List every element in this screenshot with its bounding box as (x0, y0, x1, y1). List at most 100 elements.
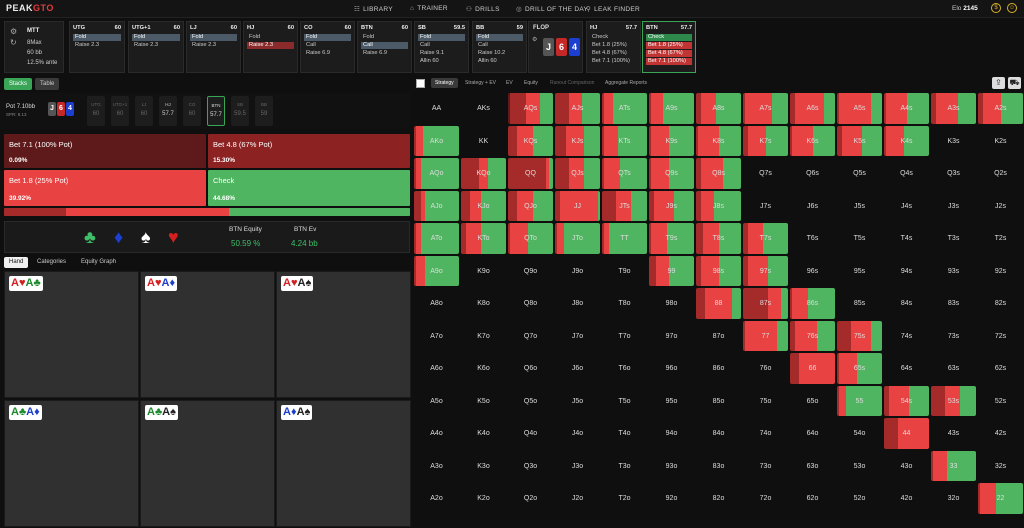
range-cell[interactable]: 85s (837, 288, 882, 319)
tab-ev[interactable]: EV (506, 80, 513, 86)
range-cell[interactable]: QQ (508, 158, 553, 189)
seat-action[interactable]: Check (590, 34, 637, 41)
range-cell[interactable]: T4o (602, 418, 647, 449)
range-cell[interactable]: J9o (555, 256, 600, 287)
range-cell[interactable]: Q9o (508, 256, 553, 287)
range-cell[interactable]: 86o (696, 353, 741, 384)
range-cell[interactable]: KTs (602, 125, 647, 157)
range-cell[interactable]: J3s (931, 191, 976, 222)
range-cell[interactable]: Q8s (696, 158, 741, 189)
postflop-seat-hj[interactable]: HJ 57.7 Check Bet 1.8 (25%) Bet 4.8 (67%) Bet… (586, 21, 641, 73)
seat-lj[interactable]: LJ 60 Fold Raise 2.3 (186, 21, 241, 73)
range-cell[interactable]: K5s (837, 125, 882, 157)
range-cell[interactable]: K5o (461, 386, 506, 417)
seat-action[interactable]: Fold (418, 34, 465, 41)
range-cell[interactable]: ATs (602, 93, 647, 124)
range-cell[interactable]: AJs (555, 93, 600, 124)
seat-action[interactable]: Check (646, 34, 692, 41)
range-cell[interactable]: 92s (978, 256, 1023, 287)
range-cell[interactable]: 86s (790, 288, 835, 319)
range-cell[interactable]: 93s (931, 256, 976, 287)
seat-action[interactable]: Bet 7.1 (100%) (590, 58, 637, 65)
range-cell[interactable]: 94s (884, 256, 929, 287)
range-cell[interactable]: 43o (884, 451, 929, 482)
range-cell[interactable]: Q2o (508, 483, 553, 514)
seat-action[interactable]: Call (361, 42, 408, 49)
range-cell[interactable]: 65s (837, 353, 882, 384)
range-cell[interactable]: A3s (931, 93, 976, 124)
range-cell[interactable]: A4s (884, 93, 929, 124)
hand-combo-cell[interactable]: A♥A♦ (140, 271, 275, 398)
range-cell[interactable]: KQo (461, 158, 506, 189)
range-cell[interactable]: Q7s (743, 158, 788, 189)
coin-icon[interactable]: $ (991, 3, 1001, 13)
range-cell[interactable]: A4o (414, 418, 459, 449)
range-cell[interactable]: Q6s (790, 158, 835, 189)
range-cell[interactable]: 54o (837, 418, 882, 449)
tab-hand[interactable]: Hand (4, 257, 29, 268)
range-cell[interactable]: QJo (508, 190, 553, 222)
range-cell[interactable]: J4s (884, 191, 929, 222)
range-cell[interactable]: A2s (978, 93, 1023, 124)
club-icon[interactable]: ♣ (84, 227, 96, 247)
tab-equity-graph[interactable]: Equity Graph (76, 257, 121, 268)
range-cell[interactable]: 32o (931, 483, 976, 514)
range-cell[interactable]: A2o (414, 483, 459, 514)
range-cell[interactable]: A7o (414, 321, 459, 352)
range-cell[interactable]: T7s (743, 223, 788, 254)
range-cell[interactable]: AKo (414, 125, 459, 157)
range-cell[interactable]: J6o (555, 353, 600, 384)
range-cell[interactable]: KK (461, 126, 506, 157)
range-cell[interactable]: 74s (884, 321, 929, 352)
range-cell[interactable]: JJ (555, 190, 600, 222)
range-cell[interactable]: K8s (696, 125, 741, 157)
range-cell[interactable]: Q7o (508, 321, 553, 352)
range-cell[interactable]: AQo (414, 158, 459, 189)
range-cell[interactable]: 87s (743, 288, 788, 319)
range-cell[interactable]: 83o (696, 451, 741, 482)
range-cell[interactable]: T8s (696, 223, 741, 254)
range-cell[interactable]: 64o (790, 418, 835, 449)
hand-combo-cell[interactable]: A♣A♦ (4, 400, 139, 527)
range-cell[interactable]: A6o (414, 353, 459, 384)
range-cell[interactable]: 82o (696, 483, 741, 514)
range-cell[interactable]: 88 (696, 288, 741, 319)
range-cell[interactable]: T7o (602, 321, 647, 352)
seat-action[interactable]: Call (476, 42, 523, 49)
range-cell[interactable]: 43s (931, 418, 976, 449)
range-cell[interactable]: Q4o (508, 418, 553, 449)
range-cell[interactable]: 44 (884, 418, 929, 449)
car-icon[interactable]: ⛟ (1008, 77, 1021, 89)
range-cell[interactable]: 94o (649, 418, 694, 449)
range-cell[interactable]: 77 (743, 320, 788, 352)
heart-icon[interactable]: ♥ (168, 227, 179, 247)
hand-combo-cell[interactable]: A♥A♠ (276, 271, 411, 398)
range-cell[interactable]: T9o (602, 256, 647, 287)
seat-utg-plus-1[interactable]: UTG+1 60 Fold Raise 2.3 (128, 21, 184, 73)
tab-stacks[interactable]: Stacks (4, 78, 33, 90)
range-cell[interactable]: 42o (884, 483, 929, 514)
range-cell[interactable]: 82s (978, 288, 1023, 319)
mini-seat[interactable]: BTN 57.7 (207, 96, 225, 126)
mini-seat[interactable]: HJ 57.7 (159, 96, 177, 126)
range-cell[interactable]: 52o (837, 483, 882, 514)
range-cell[interactable]: K6o (461, 353, 506, 384)
range-cell[interactable]: A5o (414, 386, 459, 417)
range-cell[interactable]: J5o (555, 386, 600, 417)
hand-combo-cell[interactable]: A♣A♠ (140, 400, 275, 527)
tab-aggregate-reports[interactable]: Aggregate Reports (605, 80, 647, 86)
range-cell[interactable]: K2s (978, 126, 1023, 157)
logo[interactable]: PEAKGTO (6, 3, 54, 13)
seat-action[interactable]: Allin 60 (476, 58, 523, 65)
range-cell[interactable]: 66 (790, 353, 835, 384)
seat-action[interactable]: Fold (190, 34, 237, 41)
range-cell[interactable]: TT (602, 223, 647, 254)
postflop-seat-btn[interactable]: BTN 57.7 Check Bet 1.8 (25%) Bet 4.8 (67%) Be… (642, 21, 696, 73)
range-cell[interactable]: K8o (461, 288, 506, 319)
seat-action[interactable]: Raise 2.3 (247, 42, 294, 49)
range-cell[interactable]: KQs (508, 125, 553, 157)
range-cell[interactable]: 83s (931, 288, 976, 319)
range-cell[interactable]: K9o (461, 256, 506, 287)
range-cell[interactable]: Q3s (931, 158, 976, 189)
hand-combo-cell[interactable]: A♦A♠ (276, 400, 411, 527)
